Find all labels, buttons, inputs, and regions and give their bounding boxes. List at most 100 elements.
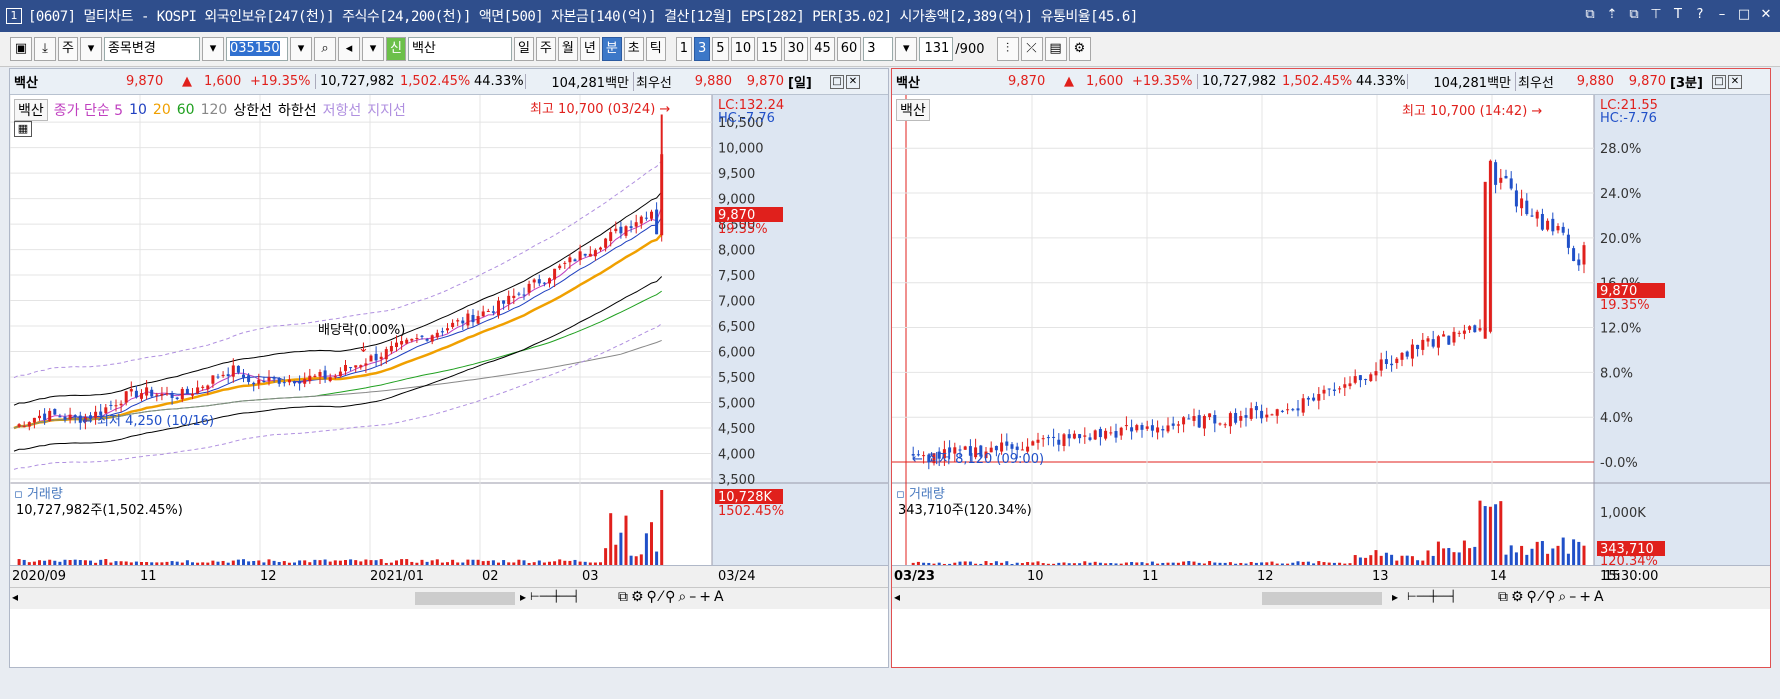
scroll-left-icon[interactable]: ◂	[894, 590, 900, 604]
x-end-label: 03/24	[718, 569, 756, 584]
interval-15[interactable]: 15	[757, 37, 782, 61]
scroll-thumb[interactable]	[415, 592, 515, 605]
code-input[interactable]: 035150	[225, 37, 288, 61]
close-icon[interactable]: ✕	[1728, 74, 1742, 89]
minimize-icon[interactable]: –	[1714, 6, 1730, 24]
candle-body	[456, 320, 460, 322]
period-second[interactable]: 초	[623, 37, 644, 61]
chevron-down-icon[interactable]: ▾	[201, 37, 224, 61]
legend-ma120: 120	[200, 102, 228, 118]
period-month[interactable]: 월	[557, 37, 578, 61]
volume-bar	[629, 555, 633, 565]
tools-icon[interactable]: ⧉⚙⚲⁄⚲⌕–+A	[618, 589, 727, 605]
chevron-down-icon[interactable]: ▾	[895, 37, 918, 61]
candle-body	[1140, 425, 1144, 430]
scroll-left-icon[interactable]: ◂	[12, 590, 18, 604]
chevron-down-icon[interactable]: ▾	[289, 37, 312, 61]
window-title: [0607] 멀티차트 - KOSPI 외국인보유[247(천)] 주식수[24…	[28, 9, 1138, 25]
y-tick-label: 20.0%	[1600, 232, 1641, 247]
scroll-right-icon[interactable]: ▸	[520, 590, 526, 604]
zoom-slider[interactable]: ⊢──┼──┤	[530, 590, 610, 606]
speaker-icon[interactable]: ◂	[337, 37, 360, 61]
volume-bar	[624, 515, 628, 565]
grid-icon[interactable]: ▦	[14, 121, 32, 137]
maximize-icon[interactable]: □	[1736, 6, 1752, 24]
y-tick-label: 24.0%	[1600, 187, 1641, 202]
candle-body	[374, 353, 378, 361]
candle-body	[1400, 352, 1404, 360]
period-tick[interactable]: 틱	[645, 37, 666, 61]
y-tick-label: 4,500	[718, 422, 755, 437]
legend-ma60: 60	[176, 102, 195, 118]
close-icon[interactable]: ✕	[846, 74, 860, 89]
period-year[interactable]: 년	[579, 37, 600, 61]
interval-45[interactable]: 45	[810, 37, 835, 61]
candle-body	[338, 371, 342, 377]
close-icon[interactable]: ✕	[1758, 6, 1774, 24]
ask: 9,880	[694, 74, 732, 89]
search-icon[interactable]: ⌕	[313, 37, 336, 61]
candle-body	[267, 377, 271, 381]
interval-3[interactable]: 3	[694, 37, 711, 61]
restore-icon[interactable]: ⧉	[1582, 6, 1598, 24]
candle-body	[1457, 332, 1461, 334]
candle-body	[201, 386, 205, 388]
stock-name-field[interactable]: 백산	[407, 37, 512, 61]
layout-icon[interactable]: ▣	[10, 37, 32, 61]
interval-10[interactable]: 10	[730, 37, 756, 61]
candle-body	[1462, 330, 1466, 334]
tile-icon[interactable]: ⧉	[1626, 6, 1642, 24]
volume-bar	[1483, 506, 1487, 565]
daily-scrollbar[interactable]: ◂ ▸ ⊢──┼──┤ ⧉⚙⚲⁄⚲⌕–+A	[10, 587, 888, 609]
up-arrow-icon: ▲	[182, 74, 192, 89]
candle-body	[1078, 434, 1082, 439]
candle-body	[609, 232, 613, 241]
font-icon[interactable]: T	[1670, 6, 1686, 24]
high-label: 최고 10,700 (14:42) →	[1402, 104, 1542, 119]
dropdown-icon[interactable]: ▾	[79, 37, 102, 61]
download-icon[interactable]: ⤓	[34, 37, 56, 61]
view-count-input[interactable]: 131	[919, 37, 954, 61]
scroll-thumb[interactable]	[1262, 592, 1382, 605]
candle-body	[134, 390, 138, 398]
candle-icon[interactable]: ⫶	[996, 37, 1019, 61]
gear-icon[interactable]: ⚙	[1068, 37, 1091, 61]
candle-body	[1525, 200, 1529, 215]
candle-body	[963, 446, 967, 450]
up-icon[interactable]: ⇡	[1604, 6, 1620, 24]
stock-change-select[interactable]: 종목변경	[103, 37, 200, 61]
tools-icon[interactable]: ⧉⚙⚲⁄⚲⌕–+A	[1498, 589, 1607, 605]
new-badge: 신	[385, 37, 406, 61]
candle-body	[293, 381, 296, 384]
candle-body	[1410, 344, 1414, 359]
candle-body	[252, 382, 256, 385]
jong-button[interactable]: 주	[58, 37, 78, 61]
chevron-down-icon[interactable]: ▾	[361, 37, 384, 61]
candle-body	[1327, 388, 1331, 390]
interval-30[interactable]: 30	[783, 37, 809, 61]
save-icon[interactable]: ▤	[1044, 37, 1067, 61]
interval-input[interactable]: 3	[863, 37, 894, 61]
candle-body	[318, 372, 322, 377]
candle-body	[435, 332, 439, 338]
zoom-slider[interactable]: ⊢──┼──┤	[1407, 590, 1487, 606]
candle-body	[568, 257, 572, 263]
cross-icon[interactable]: ⤫	[1020, 37, 1043, 61]
interval-1[interactable]: 1	[675, 37, 692, 61]
interval-60[interactable]: 60	[836, 37, 862, 61]
maximize-icon[interactable]: □	[1712, 74, 1726, 89]
scroll-right-icon[interactable]: ▸	[1392, 590, 1398, 604]
candle-body	[114, 405, 118, 407]
period-day[interactable]: 일	[513, 37, 534, 61]
interval-5[interactable]: 5	[712, 37, 729, 61]
pin-icon[interactable]: ⊤	[1648, 6, 1664, 24]
help-icon[interactable]: ?	[1692, 6, 1708, 24]
period-minute[interactable]: 분	[601, 37, 622, 61]
view-total: /900	[955, 41, 985, 57]
maximize-icon[interactable]: □	[830, 74, 844, 89]
period-week[interactable]: 주	[535, 37, 556, 61]
candle-body	[1000, 442, 1004, 452]
envelope-upper	[13, 160, 663, 379]
low-label: ← 최저 4,250 (10/16)	[82, 414, 214, 429]
minute-scrollbar[interactable]: ◂ ▸ ⊢──┼──┤ ⧉⚙⚲⁄⚲⌕–+A	[892, 587, 1770, 609]
